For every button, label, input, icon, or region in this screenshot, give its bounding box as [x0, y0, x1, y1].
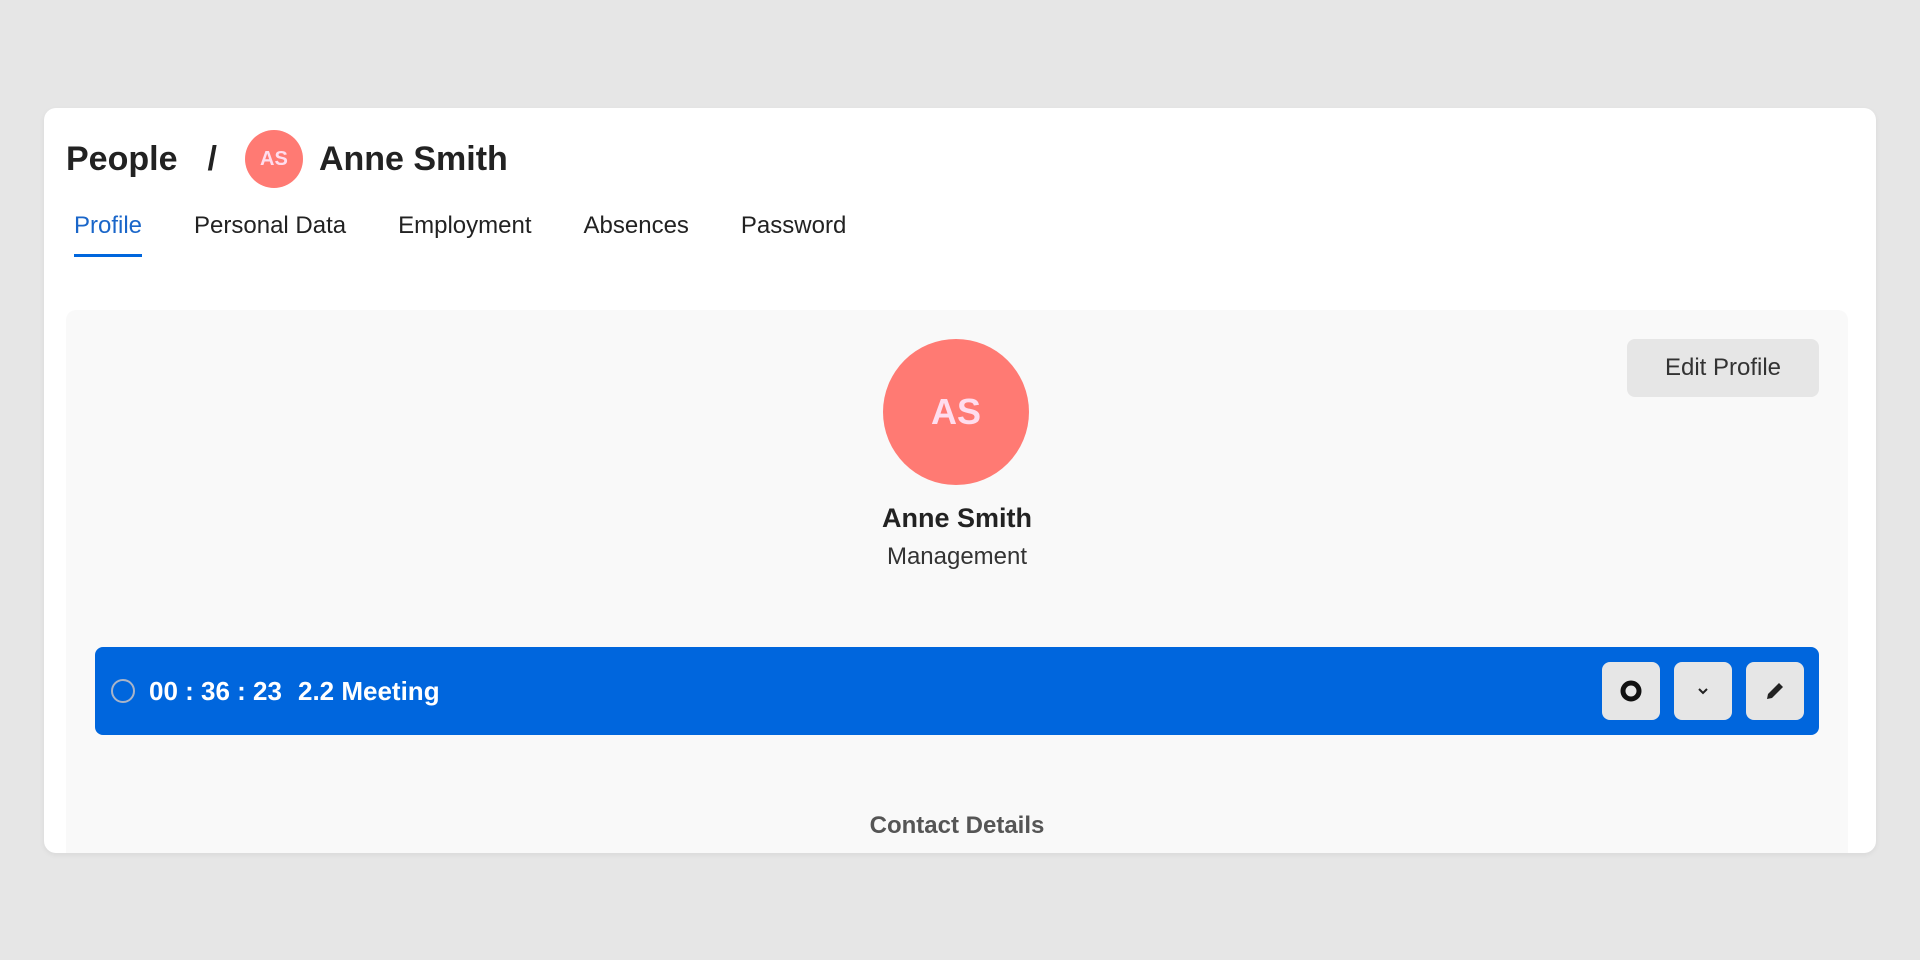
profile-name: Anne Smith [881, 503, 1032, 533]
profile-card: People / AS Anne Smith Profile Personal … [44, 108, 1876, 853]
breadcrumb-current: Anne Smith [318, 139, 508, 178]
profile-department: Management [886, 543, 1028, 570]
time-tracker-bar: 00 : 36 : 23 2.2 Meeting [95, 647, 1819, 735]
profile-avatar: AS [883, 339, 1029, 485]
tab-profile[interactable]: Profile [74, 212, 143, 257]
breadcrumb: People / AS Anne Smith [66, 130, 508, 188]
stop-button[interactable] [1602, 662, 1660, 720]
tab-absences[interactable]: Absences [584, 212, 689, 257]
breadcrumb-people[interactable]: People [66, 140, 177, 179]
edit-entry-button[interactable] [1746, 662, 1804, 720]
chevron-down-icon [1698, 688, 1708, 695]
radio-circle-icon[interactable] [111, 679, 135, 703]
tab-bar: Profile Personal Data Employment Absence… [74, 212, 846, 257]
tab-personal-data[interactable]: Personal Data [194, 212, 346, 257]
breadcrumb-separator: / [207, 139, 217, 178]
contact-details-heading: Contact Details [869, 812, 1045, 839]
avatar: AS [244, 130, 303, 188]
tab-employment[interactable]: Employment [398, 212, 531, 257]
tab-password[interactable]: Password [741, 212, 846, 257]
timer-display: 00 : 36 : 23 [149, 675, 282, 706]
pencil-icon [1767, 683, 1783, 699]
stop-icon [1620, 680, 1642, 702]
timer-task: 2.2 Meeting [297, 675, 440, 706]
edit-profile-button[interactable]: Edit Profile [1627, 339, 1819, 397]
dropdown-button[interactable] [1674, 662, 1732, 720]
profile-panel: Edit Profile AS Anne Smith Management 00… [66, 310, 1848, 853]
